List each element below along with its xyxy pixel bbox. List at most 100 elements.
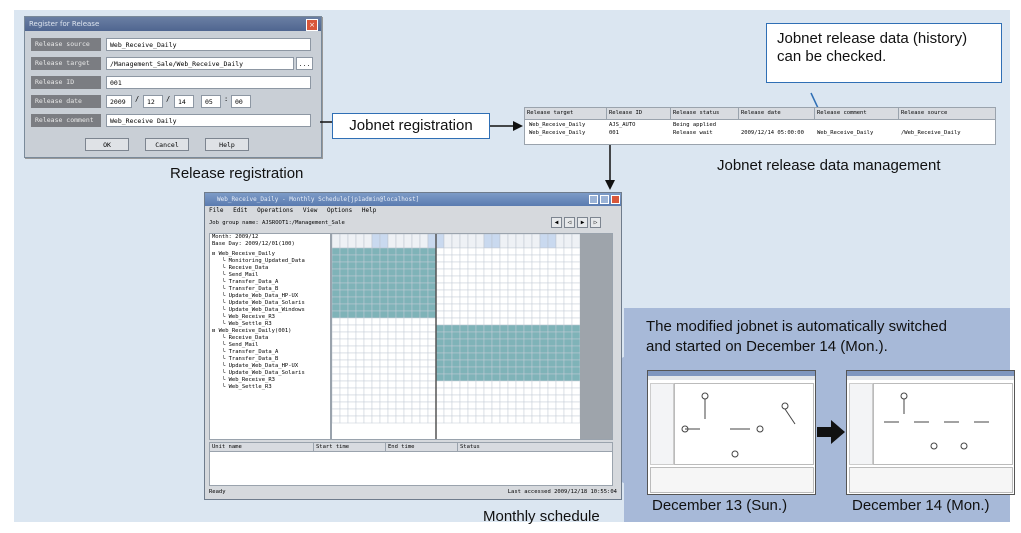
schedule-cell[interactable] bbox=[379, 387, 389, 396]
schedule-cell[interactable] bbox=[355, 380, 365, 389]
schedule-cell[interactable] bbox=[531, 408, 541, 417]
schedule-cell[interactable] bbox=[395, 247, 405, 256]
schedule-cell[interactable] bbox=[523, 415, 533, 424]
schedule-cell[interactable] bbox=[547, 387, 557, 396]
schedule-cell[interactable] bbox=[515, 247, 525, 256]
schedule-cell[interactable] bbox=[491, 275, 501, 284]
schedule-cell[interactable] bbox=[523, 275, 533, 284]
schedule-cell[interactable] bbox=[539, 373, 549, 382]
schedule-cell[interactable] bbox=[355, 268, 365, 277]
schedule-cell[interactable] bbox=[451, 268, 461, 277]
schedule-cell[interactable] bbox=[363, 366, 373, 375]
schedule-cell[interactable] bbox=[451, 324, 461, 333]
schedule-cell[interactable] bbox=[499, 415, 509, 424]
schedule-cell[interactable] bbox=[419, 408, 429, 417]
tree-node[interactable]: └ Update_Web_Data_Solaris bbox=[210, 370, 330, 377]
schedule-cell[interactable] bbox=[555, 394, 565, 403]
schedule-cell[interactable] bbox=[555, 261, 565, 270]
schedule-cell[interactable] bbox=[563, 387, 573, 396]
schedule-cell[interactable] bbox=[523, 247, 533, 256]
schedule-cell[interactable] bbox=[515, 387, 525, 396]
schedule-cell[interactable] bbox=[547, 268, 557, 277]
schedule-cell[interactable] bbox=[411, 338, 421, 347]
tree-node[interactable]: └ Receive_Data bbox=[210, 265, 330, 272]
schedule-cell[interactable] bbox=[515, 394, 525, 403]
schedule-cell[interactable] bbox=[379, 394, 389, 403]
schedule-cell[interactable] bbox=[467, 282, 477, 291]
schedule-cell[interactable] bbox=[571, 345, 581, 354]
schedule-cell[interactable] bbox=[387, 415, 397, 424]
schedule-cell[interactable] bbox=[547, 352, 557, 361]
schedule-cell[interactable] bbox=[539, 317, 549, 326]
schedule-cell[interactable] bbox=[403, 268, 413, 277]
schedule-cell[interactable] bbox=[507, 366, 517, 375]
schedule-cell[interactable] bbox=[491, 324, 501, 333]
schedule-cell[interactable] bbox=[403, 415, 413, 424]
schedule-cell[interactable] bbox=[435, 387, 445, 396]
schedule-cell[interactable] bbox=[491, 387, 501, 396]
schedule-cell[interactable] bbox=[483, 317, 493, 326]
schedule-cell[interactable] bbox=[459, 366, 469, 375]
schedule-cell[interactable] bbox=[491, 317, 501, 326]
schedule-cell[interactable] bbox=[332, 303, 341, 312]
schedule-cell[interactable] bbox=[523, 254, 533, 263]
schedule-cell[interactable] bbox=[515, 415, 525, 424]
schedule-cell[interactable] bbox=[411, 261, 421, 270]
schedule-cell[interactable] bbox=[363, 261, 373, 270]
tree-node[interactable]: └ Web_Receive_R3 bbox=[210, 377, 330, 384]
schedule-cell[interactable] bbox=[555, 352, 565, 361]
tree-node[interactable]: └ Update_Web_Data_Solaris bbox=[210, 300, 330, 307]
schedule-cell[interactable] bbox=[403, 310, 413, 319]
schedule-cell[interactable] bbox=[491, 338, 501, 347]
schedule-cell[interactable] bbox=[459, 261, 469, 270]
schedule-cell[interactable] bbox=[475, 387, 485, 396]
schedule-cell[interactable] bbox=[443, 254, 453, 263]
schedule-cell[interactable] bbox=[363, 289, 373, 298]
schedule-cell[interactable] bbox=[363, 352, 373, 361]
schedule-cell[interactable] bbox=[459, 331, 469, 340]
schedule-cell[interactable] bbox=[403, 338, 413, 347]
schedule-cell[interactable] bbox=[387, 401, 397, 410]
schedule-cell[interactable] bbox=[339, 359, 349, 368]
schedule-cell[interactable] bbox=[499, 359, 509, 368]
schedule-cell[interactable] bbox=[475, 345, 485, 354]
schedule-cell[interactable] bbox=[467, 387, 477, 396]
schedule-cell[interactable] bbox=[347, 310, 357, 319]
schedule-cell[interactable] bbox=[563, 331, 573, 340]
schedule-cell[interactable] bbox=[443, 275, 453, 284]
schedule-cell[interactable] bbox=[363, 380, 373, 389]
schedule-cell[interactable] bbox=[387, 296, 397, 305]
schedule-cell[interactable] bbox=[435, 268, 445, 277]
schedule-cell[interactable] bbox=[332, 261, 341, 270]
schedule-cell[interactable] bbox=[363, 268, 373, 277]
schedule-cell[interactable] bbox=[363, 310, 373, 319]
tree-node[interactable]: └ Send_Mail bbox=[210, 342, 330, 349]
schedule-cell[interactable] bbox=[459, 345, 469, 354]
schedule-cell[interactable] bbox=[347, 282, 357, 291]
schedule-cell[interactable] bbox=[363, 324, 373, 333]
schedule-cell[interactable] bbox=[403, 275, 413, 284]
schedule-cell[interactable] bbox=[499, 345, 509, 354]
schedule-cell[interactable] bbox=[523, 366, 533, 375]
schedule-cell[interactable] bbox=[411, 324, 421, 333]
schedule-cell[interactable] bbox=[347, 275, 357, 284]
schedule-cell[interactable] bbox=[419, 303, 429, 312]
schedule-cell[interactable] bbox=[507, 338, 517, 347]
schedule-cell[interactable] bbox=[547, 324, 557, 333]
schedule-cell[interactable] bbox=[563, 289, 573, 298]
schedule-cell[interactable] bbox=[459, 317, 469, 326]
schedule-cell[interactable] bbox=[555, 338, 565, 347]
schedule-cell[interactable] bbox=[443, 352, 453, 361]
schedule-cell[interactable] bbox=[571, 268, 581, 277]
schedule-cell[interactable] bbox=[427, 366, 437, 375]
schedule-cell[interactable] bbox=[332, 338, 341, 347]
schedule-cell[interactable] bbox=[355, 275, 365, 284]
schedule-cell[interactable] bbox=[483, 387, 493, 396]
schedule-cell[interactable] bbox=[451, 282, 461, 291]
schedule-cell[interactable] bbox=[339, 387, 349, 396]
schedule-cell[interactable] bbox=[363, 359, 373, 368]
column-header[interactable]: Release target bbox=[525, 108, 607, 119]
schedule-cell[interactable] bbox=[387, 359, 397, 368]
schedule-cell[interactable] bbox=[332, 254, 341, 263]
schedule-cell[interactable] bbox=[483, 310, 493, 319]
